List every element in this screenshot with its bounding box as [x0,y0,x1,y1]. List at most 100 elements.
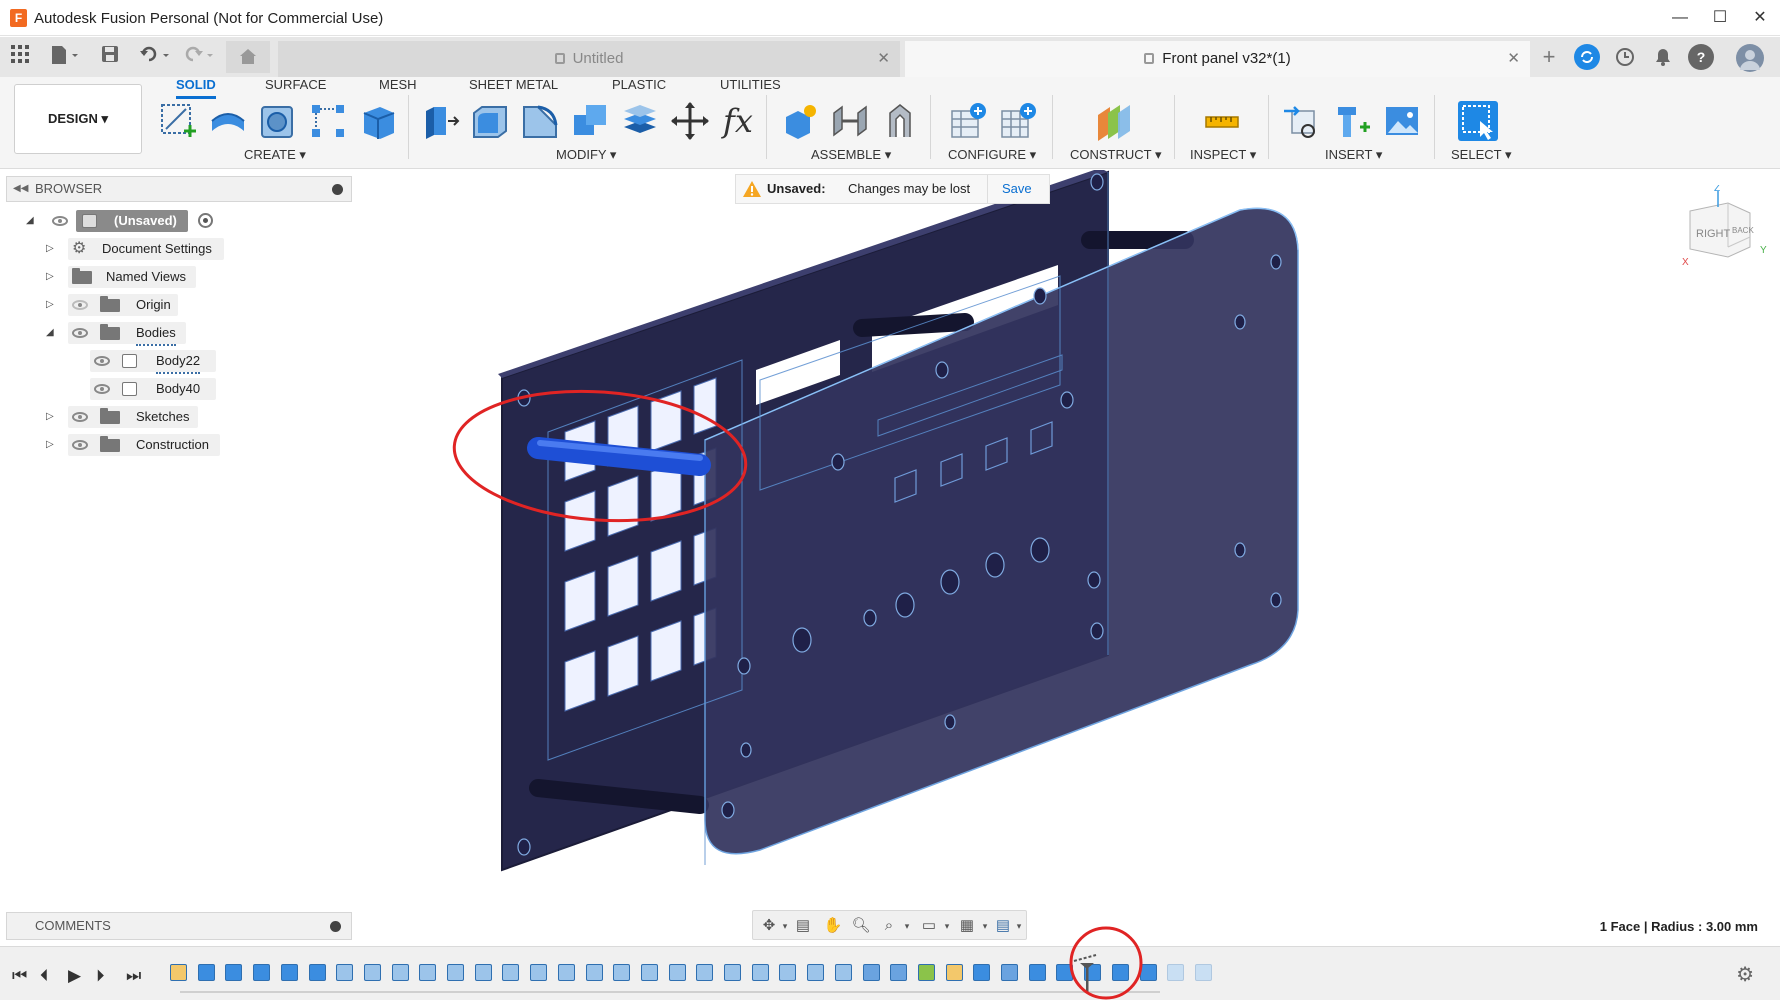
grid-settings-icon[interactable]: ▦ [957,916,977,936]
create-sketch-tool-icon[interactable] [158,101,198,141]
modify-group-label[interactable]: MODIFY ▾ [556,147,616,163]
close-window-button[interactable]: ✕ [1740,6,1780,30]
maximize-button[interactable]: ☐ [1700,6,1740,30]
new-tab-icon[interactable]: + [1536,44,1562,70]
inspect-group-label[interactable]: INSPECT ▾ [1190,147,1256,163]
shell-tool-icon[interactable] [620,101,660,141]
tab-solid[interactable]: SOLID [176,77,216,99]
close-tab-icon[interactable]: ✕ [877,41,890,77]
timeline-feature-icon[interactable] [1167,964,1185,981]
new-component-tool-icon[interactable] [780,101,820,141]
browser-pin-icon[interactable] [332,184,343,195]
timeline-settings-gear-icon[interactable]: ⚙ [1736,962,1754,987]
insert-canvas-tool-icon[interactable] [1382,101,1422,141]
tab-plastic[interactable]: PLASTIC [612,77,666,93]
timeline-feature-icon[interactable] [724,964,741,981]
timeline-feature-icon[interactable] [170,964,187,981]
move-copy-tool-icon[interactable] [670,101,710,141]
collapsed-arrow-icon[interactable]: ▷ [46,434,56,456]
configure-table-tool-icon[interactable] [948,101,988,141]
dropdown-arrow-icon[interactable]: ▾ [775,916,795,936]
timeline-feature-icon[interactable] [696,964,714,981]
visibility-eye-icon[interactable] [94,384,110,394]
press-pull-tool-icon[interactable] [420,101,460,141]
expanded-arrow-icon[interactable]: ◢ [26,210,36,232]
collapsed-arrow-icon[interactable]: ▷ [46,406,56,428]
fillet-tool-icon[interactable] [470,101,510,141]
dropdown-arrow-icon[interactable]: ▾ [1009,916,1029,936]
user-avatar[interactable] [1736,44,1764,72]
tab-sheet-metal[interactable]: SHEET METAL [469,77,558,93]
hole-tool-icon[interactable] [258,101,298,141]
timeline-previous-icon[interactable]: ⏴ [40,966,49,986]
timeline-feature-icon[interactable] [530,964,548,981]
select-tool-icon[interactable] [1458,101,1498,141]
timeline-feature-icon[interactable] [419,964,437,981]
chamfer-tool-icon[interactable] [520,101,560,141]
timeline-feature-icon[interactable] [613,964,631,981]
collapsed-arrow-icon[interactable]: ▷ [46,294,56,316]
timeline-play-icon[interactable]: ▶ [68,966,81,986]
expanded-arrow-icon[interactable]: ◢ [46,322,56,344]
timeline-feature-icon[interactable] [751,964,769,981]
comments-panel[interactable]: COMMENTS [6,912,352,940]
timeline-feature-icon[interactable] [945,964,963,981]
timeline-feature-icon[interactable] [890,964,908,981]
visibility-eye-icon[interactable] [72,328,88,338]
select-group-label[interactable]: SELECT ▾ [1451,147,1511,163]
timeline-feature-icon[interactable] [447,964,464,981]
app-grid-icon[interactable] [10,45,30,69]
timeline-next-icon[interactable]: ⏵ [96,966,105,986]
tree-item-origin[interactable]: ▷ Origin [46,294,226,316]
extrude-tool-icon[interactable] [208,101,248,141]
workspace-switcher-button[interactable]: DESIGN ▾ [14,84,142,154]
timeline-feature-icon[interactable] [225,964,243,981]
combine-tool-icon[interactable] [570,101,610,141]
tab-mesh[interactable]: MESH [379,77,417,93]
3d-viewport[interactable] [0,168,1780,938]
visibility-eye-icon[interactable] [52,216,68,226]
timeline-feature-icon[interactable] [336,964,354,981]
tab-front-panel[interactable]: Front panel v32*(1) ✕ [905,41,1530,77]
timeline-first-icon[interactable]: ⏮ [12,966,27,986]
job-status-icon[interactable] [1612,44,1638,70]
timeline-feature-icon[interactable] [640,964,658,981]
create-group-label[interactable]: CREATE ▾ [244,147,306,163]
timeline-feature-icon[interactable] [253,964,271,981]
viewcube[interactable]: RIGHT BACK Z X Y [1680,183,1770,275]
viewcube-back-face[interactable]: BACK [1732,226,1754,235]
fit-zoom-icon[interactable]: ⌕ [879,916,899,936]
save-icon[interactable] [100,45,120,69]
box-tool-icon[interactable] [358,101,398,141]
timeline-feature-icon[interactable] [557,964,575,981]
redo-icon[interactable] [182,45,216,69]
timeline-feature-icon[interactable] [834,964,852,981]
tree-item-sketches[interactable]: ▷ Sketches [46,406,226,428]
file-menu-icon[interactable] [48,45,82,69]
visibility-eye-icon[interactable] [72,440,88,450]
timeline-feature-icon[interactable] [862,964,880,981]
hidden-eye-icon[interactable] [72,300,88,310]
tab-utilities[interactable]: UTILITIES [720,77,781,93]
insert-mcmaster-tool-icon[interactable] [1332,101,1372,141]
visibility-eye-icon[interactable] [72,412,88,422]
pattern-tool-icon[interactable] [308,101,348,141]
collapse-panel-icon[interactable]: ◀◀ [13,177,28,201]
tree-item-document-settings[interactable]: ▷ ⚙ Document Settings [46,238,226,260]
home-tab-icon[interactable] [226,41,270,73]
tab-surface[interactable]: SURFACE [265,77,326,93]
measure-tool-icon[interactable] [1202,101,1242,141]
timeline-feature-icon[interactable] [1194,964,1212,981]
add-comment-icon[interactable] [330,921,341,932]
timeline-feature-icon[interactable] [1001,964,1018,981]
save-button[interactable]: Save [1002,175,1032,203]
insert-derive-tool-icon[interactable] [1282,101,1322,141]
tree-item-named-views[interactable]: ▷ Named Views [46,266,226,288]
dropdown-arrow-icon[interactable]: ▾ [975,916,995,936]
notifications-bell-icon[interactable] [1650,44,1676,70]
timeline-feature-icon[interactable] [807,964,825,981]
minimize-button[interactable]: — [1660,6,1700,30]
insert-group-label[interactable]: INSERT ▾ [1325,147,1382,163]
as-built-joint-tool-icon[interactable] [880,101,920,141]
tree-root-unsaved[interactable]: ◢ (Unsaved) [26,210,226,232]
